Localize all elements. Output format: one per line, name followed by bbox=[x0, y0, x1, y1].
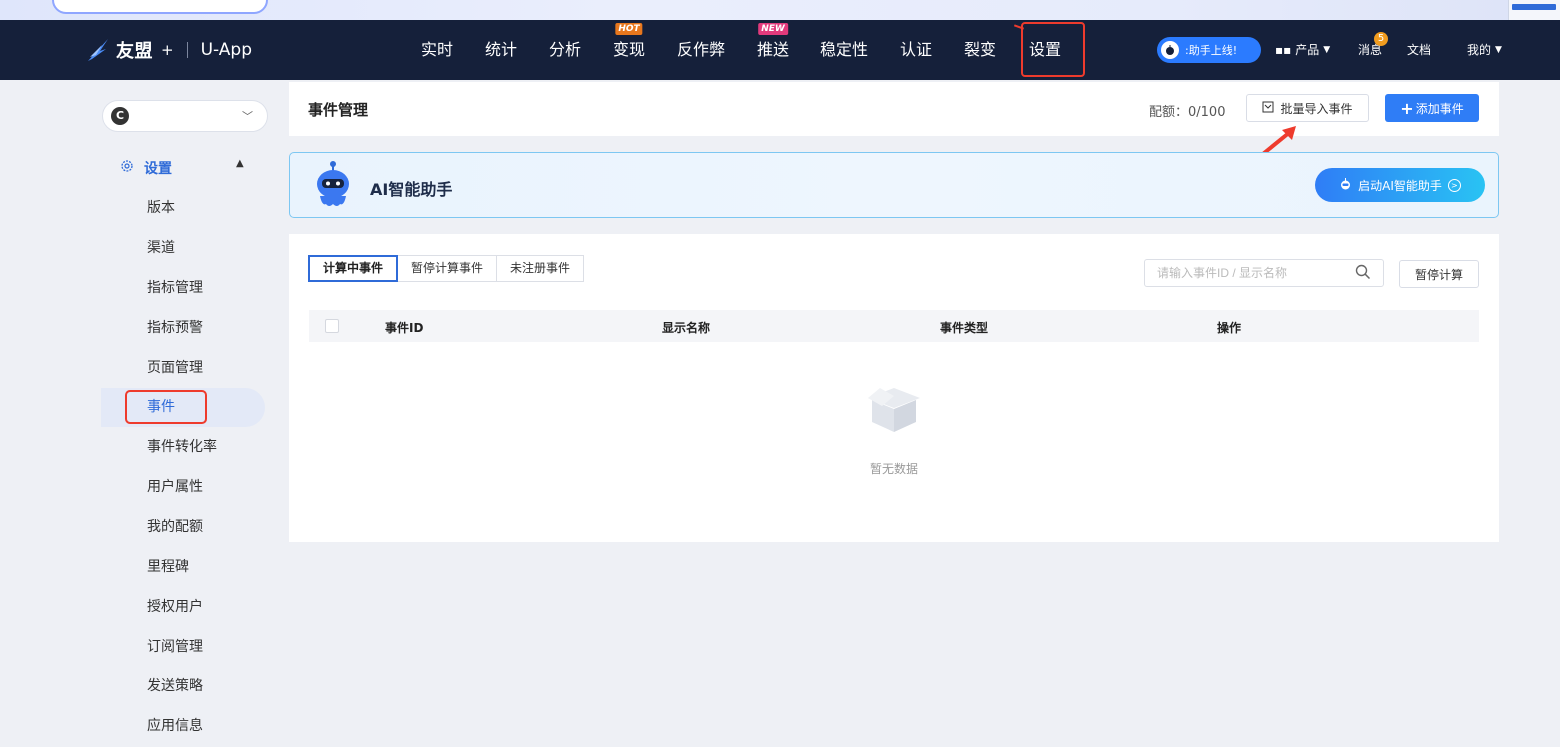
events-card: 计算中事件 暂停计算事件 未注册事件 暂停计算 事件ID 显示名称 事件类型 操… bbox=[289, 234, 1499, 542]
app-logo-icon: C bbox=[111, 107, 129, 125]
page-title: 事件管理 bbox=[308, 101, 369, 119]
sidebar-item-subscriptions[interactable]: 订阅管理 bbox=[147, 637, 203, 657]
brand-name: 友盟 bbox=[116, 41, 153, 62]
tab-computing-events[interactable]: 计算中事件 bbox=[308, 255, 399, 282]
docs-link[interactable]: 文档 bbox=[1407, 20, 1431, 80]
assistant-launch-button[interactable]: :助手上线! bbox=[1157, 37, 1261, 63]
assistant-launch-label: :助手上线! bbox=[1185, 44, 1238, 57]
column-header-event-type[interactable]: 事件类型 bbox=[940, 319, 988, 336]
messages-count-badge: 5 bbox=[1374, 32, 1388, 46]
sidebar-item-user-attributes[interactable]: 用户属性 bbox=[147, 477, 203, 497]
sidebar-item-authorized-users[interactable]: 授权用户 bbox=[147, 597, 203, 617]
user-menu[interactable]: 我的 ▼ bbox=[1467, 20, 1502, 80]
events-highlight-box bbox=[125, 390, 207, 424]
logo-divider bbox=[186, 42, 188, 58]
ai-assistant-banner: AI智能助手 启动AI智能助手 > bbox=[289, 152, 1499, 218]
sidebar-item-channel[interactable]: 渠道 bbox=[147, 238, 175, 258]
chevron-up-icon: ▲ bbox=[236, 158, 244, 169]
sidebar-section-settings[interactable]: 设置 ▲ bbox=[120, 158, 244, 178]
umeng-bird-icon bbox=[86, 37, 110, 63]
page-header: 事件管理 配额：0/100 批量导入事件 + 添加事件 bbox=[289, 82, 1499, 136]
chevron-down-icon: ▼ bbox=[1323, 45, 1331, 55]
empty-box-icon bbox=[289, 384, 1499, 434]
add-event-label: 添加事件 bbox=[1415, 101, 1464, 116]
sidebar-section-label: 设置 bbox=[144, 161, 172, 177]
banner-corner-thumbnail bbox=[1508, 0, 1560, 20]
event-tabs: 计算中事件 暂停计算事件 未注册事件 bbox=[308, 255, 585, 282]
sidebar-item-send-strategy[interactable]: 发送策略 bbox=[147, 676, 203, 696]
column-header-actions: 操作 bbox=[1217, 321, 1242, 335]
settings-highlight-box bbox=[1021, 22, 1085, 77]
robot-mascot-icon bbox=[312, 160, 354, 214]
hot-badge: HOT bbox=[615, 23, 643, 35]
new-badge: NEW bbox=[758, 23, 788, 35]
tab-unregistered-events[interactable]: 未注册事件 bbox=[496, 255, 585, 282]
nav-item-certification[interactable]: 认证 bbox=[900, 20, 932, 80]
messages-label: 消息 bbox=[1358, 43, 1383, 57]
tab-paused-events[interactable]: 暂停计算事件 bbox=[397, 255, 498, 282]
sidebar-item-pages[interactable]: 页面管理 bbox=[147, 358, 203, 378]
nav-item-statistics[interactable]: 统计 bbox=[485, 20, 517, 80]
logo[interactable]: 友盟 + U-App bbox=[86, 20, 252, 80]
ai-banner-title: AI智能助手 bbox=[370, 180, 453, 199]
column-header-display-name[interactable]: 显示名称 bbox=[662, 319, 710, 336]
app-selector[interactable]: C ﹀ bbox=[102, 100, 268, 132]
gear-icon bbox=[120, 159, 134, 177]
nav-item-realtime[interactable]: 实时 bbox=[421, 20, 453, 80]
import-icon bbox=[1262, 101, 1274, 116]
sidebar-item-event-conversion[interactable]: 事件转化率 bbox=[147, 437, 217, 457]
nav-item-monetize[interactable]: HOT 变现 bbox=[613, 20, 645, 80]
select-all-checkbox[interactable] bbox=[325, 319, 339, 333]
search-icon[interactable] bbox=[1355, 264, 1371, 284]
nav-item-fission[interactable]: 裂变 bbox=[964, 20, 996, 80]
pause-compute-button[interactable]: 暂停计算 bbox=[1399, 260, 1479, 288]
grid-icon: ▪▪ bbox=[1275, 43, 1292, 57]
sidebar-item-milestones[interactable]: 里程碑 bbox=[147, 557, 189, 577]
nav-item-anti-cheat[interactable]: 反作弊 bbox=[677, 20, 725, 80]
chevron-right-icon: > bbox=[1447, 178, 1461, 192]
events-table-header: 事件ID 显示名称 事件类型 操作 bbox=[309, 310, 1479, 342]
empty-state-text: 暂无数据 bbox=[869, 462, 918, 476]
robot-icon bbox=[1161, 41, 1179, 59]
mine-label: 我的 bbox=[1467, 43, 1492, 57]
banner-pill bbox=[52, 0, 268, 14]
launch-ai-assistant-button[interactable]: 启动AI智能助手 > bbox=[1315, 168, 1485, 202]
nav-item-analysis[interactable]: 分析 bbox=[549, 20, 581, 80]
nav-item-push[interactable]: NEW 推送 bbox=[757, 20, 789, 80]
sidebar-item-my-quota[interactable]: 我的配额 bbox=[147, 517, 203, 537]
launch-ai-assistant-label: 启动AI智能助手 bbox=[1358, 178, 1442, 193]
robot-icon bbox=[1339, 177, 1352, 193]
sidebar-item-app-info[interactable]: 应用信息 bbox=[147, 716, 203, 736]
add-event-button[interactable]: + 添加事件 bbox=[1385, 94, 1479, 122]
products-menu[interactable]: ▪▪ 产品 ▼ bbox=[1275, 20, 1330, 80]
nav-item-stability[interactable]: 稳定性 bbox=[820, 20, 868, 80]
sidebar-item-metrics[interactable]: 指标管理 bbox=[147, 278, 203, 298]
batch-import-button[interactable]: 批量导入事件 bbox=[1246, 94, 1369, 122]
plus-icon: + bbox=[1400, 98, 1414, 118]
empty-state: 暂无数据 bbox=[289, 384, 1499, 477]
batch-import-label: 批量导入事件 bbox=[1280, 101, 1353, 116]
quota-text: 配额：0/100 bbox=[1149, 105, 1226, 120]
brand-plus: + bbox=[161, 41, 174, 59]
product-name: U-App bbox=[200, 40, 252, 60]
event-search-input[interactable] bbox=[1144, 259, 1384, 287]
top-banner-strip bbox=[0, 0, 1560, 20]
column-header-event-id[interactable]: 事件ID bbox=[385, 319, 423, 336]
products-label: 产品 bbox=[1295, 43, 1320, 57]
sidebar-item-version[interactable]: 版本 bbox=[147, 198, 175, 218]
chevron-down-icon: ▼ bbox=[1495, 45, 1502, 55]
docs-label: 文档 bbox=[1407, 43, 1432, 57]
chevron-down-icon: ﹀ bbox=[242, 110, 253, 123]
messages-menu[interactable]: 消息 5 bbox=[1358, 20, 1388, 80]
sidebar-item-metric-alerts[interactable]: 指标预警 bbox=[147, 318, 203, 338]
